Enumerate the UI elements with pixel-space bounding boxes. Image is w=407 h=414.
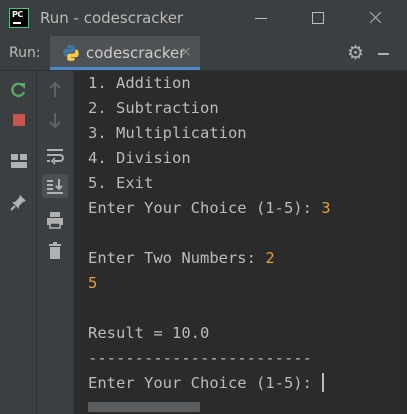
console-line-text: 4. Division [88,149,191,167]
console-line-text: ------------------------ [88,349,312,367]
minimize-button[interactable] [238,0,284,36]
console-line: 5 [88,271,97,296]
arrow-down-icon[interactable] [42,108,68,132]
tab-close-icon[interactable]: × [180,44,192,60]
console-toolbar [37,71,74,414]
trash-icon[interactable] [42,239,68,263]
console-output[interactable]: 1. Addition 2. Subtraction 3. Multiplicati… [75,71,407,414]
console-line-text: 5. Exit [88,174,154,192]
window-title: Run - codescracker [40,9,184,27]
console-line: 1. Addition [88,71,191,96]
console-line: 5. Exit [88,171,153,196]
layout-icon[interactable] [6,149,32,173]
console-line: 3. Multiplication [88,121,247,146]
scroll-to-end-icon[interactable] [42,174,68,198]
close-window-button[interactable] [352,0,398,36]
python-icon [63,45,79,61]
console-line: Result = 10.0 [88,321,209,346]
tab-codescracker[interactable]: codescracker × [50,36,200,70]
console-line-text: Enter Your Choice (1-5): [88,374,322,392]
arrow-up-icon[interactable] [42,78,68,102]
console-line-text: 1. Addition [88,74,191,92]
horizontal-scrollbar[interactable] [88,402,200,412]
console-line: ------------------------ [88,346,312,371]
app-icon-text: PC [12,10,23,19]
active-tab-indicator [50,67,200,70]
console-line-text: 3. Multiplication [88,124,247,142]
print-icon[interactable] [42,208,68,232]
console-line: 4. Division [88,146,191,171]
console-line-text: Enter Two Numbers: [88,249,266,267]
console-line: 2. Subtraction [88,96,219,121]
stop-icon[interactable] [6,108,32,132]
console-user-input: 5 [88,274,98,292]
pycharm-logo-icon: PC [9,8,29,28]
console-user-input: 2 [265,249,275,267]
console-user-input: 3 [321,199,331,217]
console-line: Enter Your Choice (1-5): [88,371,325,396]
gear-icon[interactable]: ⚙ [347,43,367,63]
console-line-text: Result = 10.0 [88,324,210,342]
maximize-button[interactable] [294,0,340,36]
soft-wrap-icon[interactable] [42,143,68,167]
console-line-text: 2. Subtraction [88,99,219,117]
console-line-text: Enter Your Choice (1-5): [88,199,322,217]
hide-panel-icon[interactable] [378,53,389,55]
run-toolbar [0,71,37,414]
run-tab-bar: Run: codescracker × ⚙ [0,36,407,71]
console-line: Enter Your Choice (1-5): 3 [88,196,331,221]
text-caret [322,373,325,392]
run-label: Run: [9,45,41,61]
console-line: Enter Two Numbers: 2 [88,246,275,271]
tab-label: codescracker [86,44,186,62]
pin-icon[interactable] [6,191,32,215]
title-bar: PC Run - codescracker [0,0,407,36]
rerun-icon[interactable] [6,78,32,102]
